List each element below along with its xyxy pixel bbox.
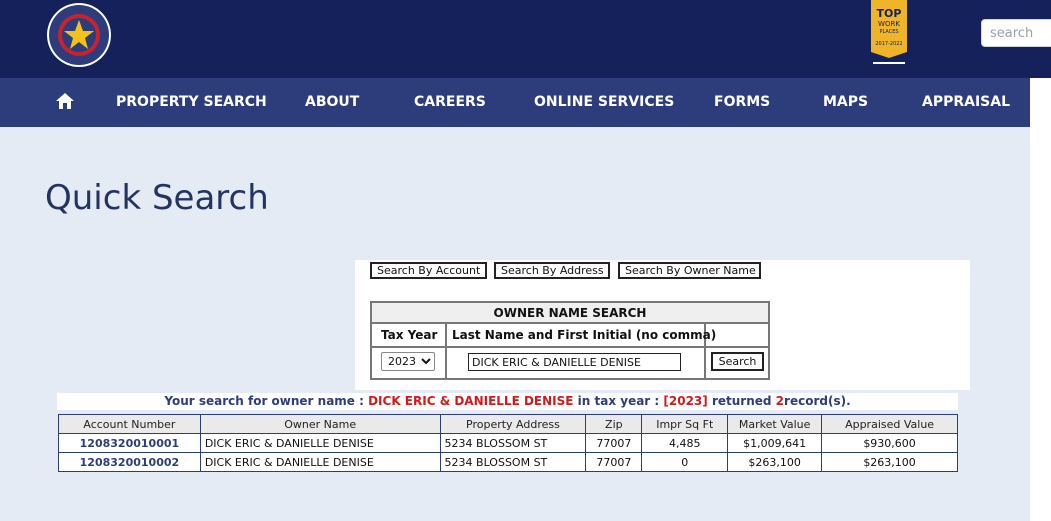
summary-year: [2023] xyxy=(663,394,708,408)
col-impr-sq-ft: Impr Sq Ft xyxy=(641,414,729,434)
search-by-owner-name-button[interactable]: Search By Owner Name xyxy=(618,262,761,279)
district-seal-logo[interactable] xyxy=(44,2,114,68)
tax-year-select[interactable]: 2023 xyxy=(381,352,435,371)
owner-search-button[interactable]: Search xyxy=(711,352,764,371)
page-title: Quick Search xyxy=(45,178,269,218)
col-market-value: Market Value xyxy=(727,414,823,434)
results-header-row: Account Number Owner Name Property Addre… xyxy=(58,414,958,434)
impr-sq-ft-cell: 0 xyxy=(641,452,729,472)
zip-cell: 77007 xyxy=(585,433,643,453)
search-by-address-button[interactable]: Search By Address xyxy=(494,262,610,279)
nav-careers[interactable]: CAREERS xyxy=(414,78,486,127)
main-nav: PROPERTY SEARCH ABOUT CAREERS ONLINE SER… xyxy=(0,78,1030,127)
owner-name-search-form: Tax Year Last Name and First Initial (no… xyxy=(370,324,770,380)
impr-sq-ft-cell: 4,485 xyxy=(641,433,729,453)
property-address-cell: 5234 BLOSSOM ST xyxy=(439,433,587,453)
col-zip: Zip xyxy=(585,414,643,434)
nav-online-services[interactable]: ONLINE SERVICES xyxy=(534,78,674,127)
owner-name-input[interactable] xyxy=(468,353,681,371)
site-search-input[interactable] xyxy=(981,19,1051,47)
form-row-divider xyxy=(372,346,768,348)
nav-forms[interactable]: FORMS xyxy=(714,78,770,127)
market-value-cell: $1,009,641 xyxy=(727,433,823,453)
svg-text:WORK: WORK xyxy=(878,20,900,28)
col-owner-name: Owner Name xyxy=(199,414,441,434)
table-row: 1208320010002 DICK ERIC & DANIELLE DENIS… xyxy=(58,452,958,472)
col-appraised-value: Appraised Value xyxy=(821,414,958,434)
appraised-value-cell: $263,100 xyxy=(821,452,958,472)
table-row: 1208320010001 DICK ERIC & DANIELLE DENIS… xyxy=(58,433,958,453)
summary-prefix: Your search for owner name : xyxy=(164,394,364,408)
owner-name-cell: DICK ERIC & DANIELLE DENISE xyxy=(199,433,441,453)
summary-count: 2 xyxy=(775,394,785,408)
property-address-cell: 5234 BLOSSOM ST xyxy=(439,452,587,472)
owner-name-search-heading: OWNER NAME SEARCH xyxy=(370,301,770,324)
tax-year-label: Tax Year xyxy=(381,328,438,342)
results-table: Account Number Owner Name Property Addre… xyxy=(58,414,958,472)
nav-maps[interactable]: MAPS xyxy=(823,78,868,127)
svg-text:2017-2022: 2017-2022 xyxy=(875,41,902,47)
appraised-value-cell: $930,600 xyxy=(821,433,958,453)
account-number-link[interactable]: 1208320010001 xyxy=(58,433,201,453)
nav-about[interactable]: ABOUT xyxy=(305,78,359,127)
col-account-number: Account Number xyxy=(58,414,201,434)
top-workplaces-award-badge: TOP WORK PLACES 2017-2022 xyxy=(871,0,907,64)
search-panel: Search By Account Search By Address Sear… xyxy=(355,260,970,390)
owner-name-cell: DICK ERIC & DANIELLE DENISE xyxy=(199,452,441,472)
svg-text:PLACES: PLACES xyxy=(879,29,898,35)
col-property-address: Property Address xyxy=(439,414,587,434)
svg-text:TOP: TOP xyxy=(877,7,902,20)
page-scroll-gutter xyxy=(1030,78,1051,521)
market-value-cell: $263,100 xyxy=(727,452,823,472)
home-icon[interactable] xyxy=(55,91,75,111)
summary-mid: in tax year : xyxy=(577,394,660,408)
owner-name-label: Last Name and First Initial (no comma) xyxy=(452,328,717,342)
nav-appraisal[interactable]: APPRAISAL xyxy=(922,78,1010,127)
search-by-account-button[interactable]: Search By Account xyxy=(370,262,487,279)
summary-returned: returned xyxy=(711,394,772,408)
nav-property-search[interactable]: PROPERTY SEARCH xyxy=(116,78,267,127)
summary-suffix: record(s). xyxy=(784,394,851,408)
summary-owner: DICK ERIC & DANIELLE DENISE xyxy=(368,394,574,408)
account-number-link[interactable]: 1208320010002 xyxy=(58,452,201,472)
site-header: TOP WORK PLACES 2017-2022 xyxy=(0,0,1051,78)
zip-cell: 77007 xyxy=(585,452,643,472)
form-col-divider xyxy=(445,324,447,378)
search-summary: Your search for owner name : DICK ERIC &… xyxy=(57,393,958,410)
